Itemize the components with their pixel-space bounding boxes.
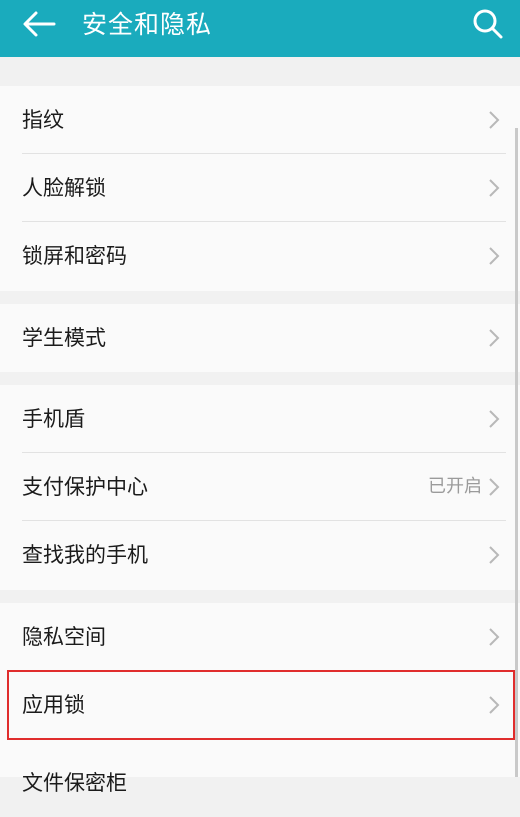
setting-item-label: 学生模式: [22, 326, 106, 350]
status-text: 已开启: [428, 476, 482, 497]
setting-item-student-mode[interactable]: 学生模式: [0, 304, 520, 372]
setting-item-find-my-phone[interactable]: 查找我的手机: [0, 521, 520, 589]
setting-item-label: 隐私空间: [22, 625, 106, 649]
chevron-right-icon: [489, 546, 500, 564]
setting-item-lockscreen-password[interactable]: 锁屏和密码: [0, 222, 520, 290]
scrollbar[interactable]: [515, 128, 518, 777]
chevron-right-icon: [489, 628, 500, 646]
highlight-box: [7, 670, 515, 740]
search-button[interactable]: [472, 8, 504, 40]
setting-item-label: 人脸解锁: [22, 176, 106, 200]
chevron-right-icon: [489, 111, 500, 129]
app-header: 安全和隐私: [0, 0, 520, 57]
page-title: 安全和隐私: [82, 10, 213, 39]
settings-group-security: 手机盾 支付保护中心 已开启 查找我的手机: [0, 385, 520, 590]
setting-item-label: 支付保护中心: [22, 475, 148, 499]
setting-item-label: 查找我的手机: [22, 543, 148, 567]
chevron-right-icon: [489, 179, 500, 197]
setting-item-phone-shield[interactable]: 手机盾: [0, 385, 520, 453]
setting-item-fingerprint[interactable]: 指纹: [0, 86, 520, 154]
chevron-right-icon: [489, 329, 500, 347]
back-button[interactable]: [22, 10, 56, 38]
setting-item-label: 手机盾: [22, 407, 85, 431]
arrow-left-icon: [23, 11, 56, 37]
setting-item-label: 文件保密柜: [22, 771, 127, 795]
setting-item-label: 指纹: [22, 108, 64, 132]
setting-item-payment-protection[interactable]: 支付保护中心 已开启: [0, 453, 520, 521]
setting-item-label: 锁屏和密码: [22, 244, 127, 268]
settings-group-unlock: 指纹 人脸解锁 锁屏和密码: [0, 86, 520, 291]
search-icon: [473, 9, 503, 39]
settings-group-student: 学生模式: [0, 304, 520, 372]
setting-item-file-safe[interactable]: 文件保密柜: [0, 739, 520, 807]
setting-item-private-space[interactable]: 隐私空间: [0, 603, 520, 671]
setting-item-face-unlock[interactable]: 人脸解锁: [0, 154, 520, 222]
chevron-right-icon: [489, 410, 500, 428]
chevron-right-icon: [489, 478, 500, 496]
chevron-right-icon: [489, 247, 500, 265]
